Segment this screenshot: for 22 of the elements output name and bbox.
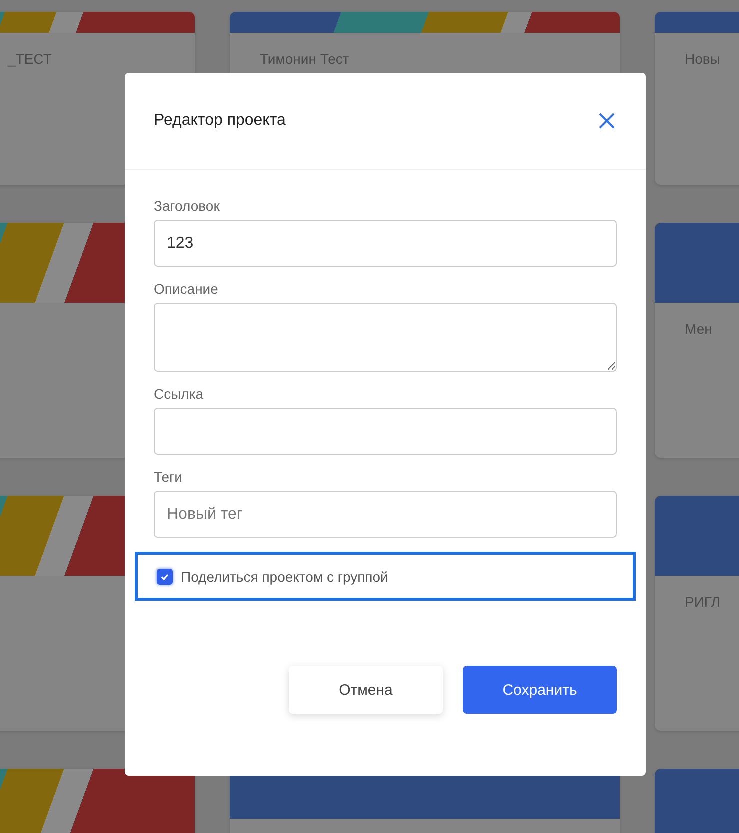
checkbox[interactable] <box>157 568 173 584</box>
cancel-button[interactable]: Отмена <box>289 666 443 714</box>
description-field[interactable] <box>154 303 617 372</box>
card-title: РИГЛ <box>684 593 722 612</box>
field-label: Описание <box>154 281 220 297</box>
check-icon <box>160 572 170 582</box>
close-icon <box>599 113 615 129</box>
field-label: Теги <box>154 469 184 485</box>
input-field[interactable]: Новый тег <box>154 491 617 538</box>
input-field[interactable] <box>154 408 617 455</box>
card-title: Мен <box>684 320 714 339</box>
card-title: Тимонин Тест <box>259 50 350 69</box>
share-option[interactable]: Поделиться проектом с группой <box>135 552 636 601</box>
field-label: Заголовок <box>154 198 221 214</box>
checkbox-label: Поделиться проектом с группой <box>181 568 388 584</box>
card-title: Новы <box>684 50 722 69</box>
dialog-title: Редактор проекта <box>154 112 286 130</box>
input-field[interactable]: 123 <box>154 220 617 267</box>
field-label: Ссылка <box>154 386 205 402</box>
card-title: _ТЕСТ <box>6 50 53 69</box>
save-button[interactable]: Сохранить <box>463 666 617 714</box>
close-button[interactable] <box>597 111 617 131</box>
